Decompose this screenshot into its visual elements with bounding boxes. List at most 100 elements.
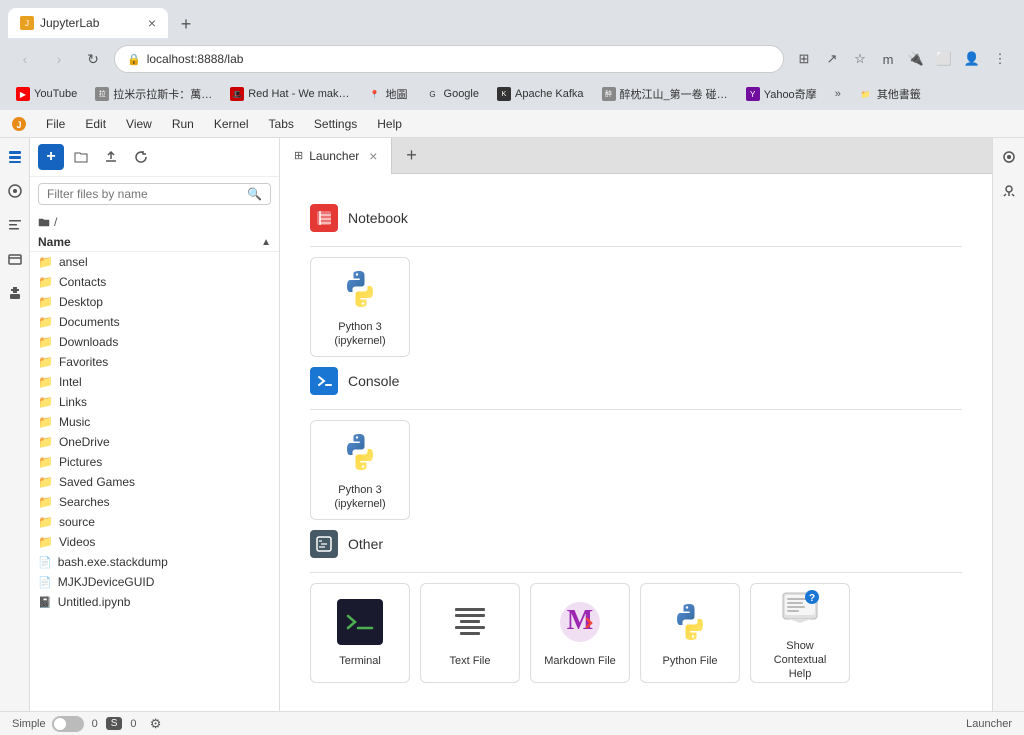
file-item-ansel[interactable]: 📁 ansel <box>30 252 279 272</box>
file-item-pictures[interactable]: 📁 Pictures <box>30 452 279 472</box>
file-name: Saved Games <box>59 475 135 489</box>
tab-close-btn[interactable]: × <box>148 16 156 30</box>
menu-tabs[interactable]: Tabs <box>261 115 302 133</box>
refresh-button[interactable]: ↻ <box>80 46 106 72</box>
mem-saver-icon[interactable]: m <box>876 47 900 71</box>
text-file-card[interactable]: Text File <box>420 583 520 683</box>
file-search-bar[interactable]: 🔍 <box>38 183 271 205</box>
bookmark-icon[interactable]: ☆ <box>848 47 872 71</box>
markdown-file-card[interactable]: M Markdown File <box>530 583 630 683</box>
sidebar-icon[interactable]: ⬜ <box>932 47 956 71</box>
file-name: Searches <box>59 495 110 509</box>
share-icon[interactable]: ↗ <box>820 47 844 71</box>
text-line2 <box>455 614 485 617</box>
menu-kernel[interactable]: Kernel <box>206 115 257 133</box>
bookmarks-bar: ▶ YouTube 拉 拉米示拉斯卡：萬… 🎩 Red Hat - We mak… <box>0 80 1024 108</box>
forward-button[interactable]: › <box>46 46 72 72</box>
sort-icon[interactable]: ▲ <box>261 237 271 248</box>
bookmark-google[interactable]: G Google <box>418 85 487 103</box>
python3-console-icon <box>336 429 384 475</box>
status-bar: Simple 0 S 0 ⚙ Launcher <box>0 711 1024 735</box>
file-item-notebook[interactable]: 📓 Untitled.ipynb <box>30 592 279 612</box>
jupyter-logo: J <box>8 113 30 135</box>
launcher-tab[interactable]: ⊞ Launcher × <box>280 138 392 174</box>
launcher-tab-close[interactable]: × <box>369 148 377 164</box>
path-separator: / <box>54 215 57 229</box>
new-launcher-button[interactable]: + <box>38 144 64 170</box>
menu-settings[interactable]: Settings <box>306 115 365 133</box>
menu-edit[interactable]: Edit <box>77 115 114 133</box>
bookmark-yahoo[interactable]: Y Yahoo奇摩 <box>738 84 825 104</box>
folder-icon: 📁 <box>38 295 53 309</box>
debugger-icon[interactable] <box>998 180 1020 202</box>
extension-manager-icon[interactable] <box>4 282 26 304</box>
maps-favicon: 📍 <box>368 87 382 101</box>
file-search-input[interactable] <box>47 187 241 201</box>
file-item-onedrive[interactable]: 📁 OneDrive <box>30 432 279 452</box>
upload-button[interactable] <box>98 144 124 170</box>
python3-notebook-card[interactable]: Python 3(ipykernel) <box>310 257 410 357</box>
bookmark-label: Apache Kafka <box>515 88 584 100</box>
file-item-favorites[interactable]: 📁 Favorites <box>30 352 279 372</box>
file-item-videos[interactable]: 📁 Videos <box>30 532 279 552</box>
python-file-card[interactable]: Python File <box>640 583 740 683</box>
main-content-area: ⊞ Launcher × + Noteb <box>280 138 992 711</box>
file-item-contacts[interactable]: 📁 Contacts <box>30 272 279 292</box>
bookmark-kafka[interactable]: K Apache Kafka <box>489 85 592 103</box>
file-item-desktop[interactable]: 📁 Desktop <box>30 292 279 312</box>
text-file-icon <box>446 598 494 646</box>
terminal-card[interactable]: Terminal <box>310 583 410 683</box>
file-item-mjkj[interactable]: 📄 MJKJDeviceGUID <box>30 572 279 592</box>
notebook-section-icon <box>310 204 338 232</box>
menu-icon[interactable]: ⋮ <box>988 47 1012 71</box>
file-item-bash[interactable]: 📄 bash.exe.stackdump <box>30 552 279 572</box>
bookmark-maps[interactable]: 📍 地圖 <box>360 84 416 104</box>
new-tab-button[interactable]: + <box>172 10 200 38</box>
bookmark-redhat[interactable]: 🎩 Red Hat - We mak… <box>222 85 357 103</box>
markdown-file-icon: M <box>556 598 604 646</box>
file-item-savedgames[interactable]: 📁 Saved Games <box>30 472 279 492</box>
back-button[interactable]: ‹ <box>12 46 38 72</box>
new-folder-button[interactable] <box>68 144 94 170</box>
file-item-links[interactable]: 📁 Links <box>30 392 279 412</box>
python3-console-card[interactable]: Python 3(ipykernel) <box>310 420 410 520</box>
menu-file[interactable]: File <box>38 115 73 133</box>
browser-tab[interactable]: J JupyterLab × <box>8 8 168 38</box>
file-item-documents[interactable]: 📁 Documents <box>30 312 279 332</box>
file-item-downloads[interactable]: 📁 Downloads <box>30 332 279 352</box>
contextual-help-card[interactable]: ? Show Contextual Help <box>750 583 850 683</box>
commands-icon[interactable] <box>4 214 26 236</box>
menu-help[interactable]: Help <box>369 115 410 133</box>
tabs-icon[interactable] <box>4 248 26 270</box>
more-bookmarks[interactable]: » <box>827 86 849 102</box>
extension-icon[interactable]: 🔌 <box>904 47 928 71</box>
notebook-file-icon: 📓 <box>38 596 52 609</box>
file-browser-icon[interactable] <box>4 146 26 168</box>
translate-icon[interactable]: ⊞ <box>792 47 816 71</box>
folder-icon: 📁 <box>38 535 53 549</box>
add-content-tab-button[interactable]: + <box>396 141 426 171</box>
bookmark-label: 其他書籤 <box>877 86 921 102</box>
file-item-source[interactable]: 📁 source <box>30 512 279 532</box>
file-icon: 📄 <box>38 556 52 569</box>
bookmark-folder[interactable]: 📁 其他書籤 <box>851 84 929 104</box>
property-inspector-icon[interactable] <box>998 146 1020 168</box>
simple-toggle-track[interactable] <box>52 716 84 732</box>
launcher-panel: Notebook <box>280 174 992 711</box>
contextual-help-label: Show Contextual Help <box>761 639 839 682</box>
menu-run[interactable]: Run <box>164 115 202 133</box>
file-item-intel[interactable]: 📁 Intel <box>30 372 279 392</box>
file-item-music[interactable]: 📁 Music <box>30 412 279 432</box>
file-item-searches[interactable]: 📁 Searches <box>30 492 279 512</box>
nav-actions: ⊞ ↗ ☆ m 🔌 ⬜ 👤 ⋮ <box>792 47 1012 71</box>
bookmark-youtube[interactable]: ▶ YouTube <box>8 85 85 103</box>
address-bar[interactable]: 🔒 localhost:8888/lab <box>114 45 784 73</box>
menu-view[interactable]: View <box>118 115 160 133</box>
status-settings-icon[interactable]: ⚙ <box>145 713 167 735</box>
running-sessions-icon[interactable] <box>4 180 26 202</box>
bookmark-novel[interactable]: 醉 醉枕江山_第一卷 碰… <box>594 84 736 104</box>
profile-icon[interactable]: 👤 <box>960 47 984 71</box>
refresh-button[interactable] <box>128 144 154 170</box>
bookmark-ramen[interactable]: 拉 拉米示拉斯卡：萬… <box>87 84 220 104</box>
search-icon: 🔍 <box>247 187 262 201</box>
